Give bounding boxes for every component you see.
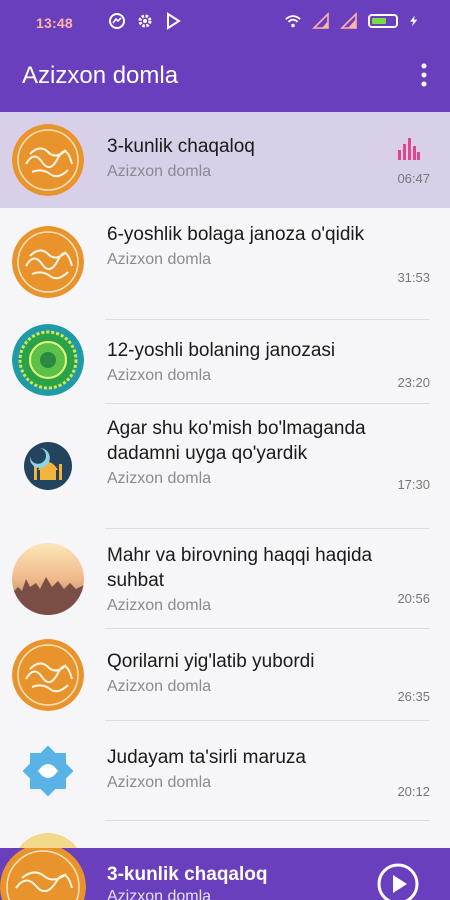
track-duration: 06:47 <box>397 171 430 186</box>
track-thumbnail <box>12 735 84 807</box>
sunset-city-icon <box>12 543 84 615</box>
track-item[interactable]: Mahr va birovning haqqi haqida suhbat Az… <box>0 529 450 629</box>
track-artist: Azizxon domla <box>107 163 212 180</box>
player-thumbnail <box>0 848 86 900</box>
track-item[interactable]: 6-yoshlik bolaga janoza o'qidik Azizxon … <box>0 208 450 320</box>
track-thumbnail <box>12 324 84 396</box>
track-artist: Azizxon domla <box>107 597 212 614</box>
track-item[interactable]: Agar shu ko'mish bo'lmaganda dadamni uyg… <box>0 404 450 529</box>
more-vert-icon[interactable] <box>418 60 430 90</box>
track-duration: 31:53 <box>397 270 430 285</box>
track-item[interactable]: Judayam ta'sirli maruza Azizxon domla 20… <box>0 721 450 821</box>
calligraphy-icon <box>12 639 84 711</box>
charging-icon <box>410 15 418 27</box>
track-duration: 20:56 <box>397 591 430 606</box>
track-thumbnail <box>12 639 84 711</box>
track-artist: Azizxon domla <box>107 774 212 791</box>
track-thumbnail <box>12 124 84 196</box>
track-list[interactable]: 3-kunlik chaqaloq Azizxon domla 06:47 6-… <box>0 112 450 848</box>
calligraphy-icon <box>18 833 78 848</box>
status-bar: 13:48 <box>0 0 450 46</box>
mini-player[interactable]: 3-kunlik chaqaloq Azizxon domla <box>0 848 450 900</box>
status-time: 13:48 <box>36 15 73 31</box>
track-duration: 23:20 <box>397 375 430 390</box>
track-artist: Azizxon domla <box>107 367 212 384</box>
track-thumbnail <box>12 430 84 502</box>
track-title: Mahr va birovning haqqi haqida suhbat <box>107 545 373 591</box>
track-title: Agar shu ko'mish bo'lmaganda dadamni uyg… <box>107 418 366 464</box>
track-title: 12-yoshli bolaning janozasi <box>107 340 336 361</box>
octagram-star-icon <box>12 735 84 807</box>
track-title: Qorilarni yig'latib yubordi <box>107 651 315 672</box>
track-title: Judayam ta'sirli maruza <box>107 747 306 768</box>
player-title: 3-kunlik chaqaloq <box>107 864 268 885</box>
calligraphy-icon <box>0 848 86 900</box>
calligraphy-icon <box>12 226 84 298</box>
calligraphy-icon <box>12 124 84 196</box>
track-duration: 17:30 <box>397 477 430 492</box>
messenger-icon <box>109 13 125 29</box>
track-title: 6-yoshlik bolaga janoza o'qidik <box>107 224 365 245</box>
player-artist: Azizxon domla <box>107 888 212 900</box>
gear-icon <box>138 14 152 28</box>
track-thumbnail <box>12 543 84 615</box>
signal-4g-icon <box>340 12 357 29</box>
app-title: Azizxon domla <box>22 62 179 89</box>
track-artist: Azizxon domla <box>107 251 212 268</box>
mosque-icon <box>12 430 84 502</box>
track-item[interactable]: 12-yoshli bolaning janozasi Azizxon doml… <box>0 320 450 404</box>
track-thumbnail <box>12 226 84 298</box>
signal-icon <box>312 12 329 29</box>
track-title: 3-kunlik chaqaloq <box>107 136 255 157</box>
track-artist: Azizxon domla <box>107 470 212 487</box>
track-artist: Azizxon domla <box>107 678 212 695</box>
status-notification-icons <box>108 12 182 30</box>
track-item[interactable]: 3-kunlik chaqaloq Azizxon domla 06:47 <box>0 112 450 208</box>
wifi-icon <box>285 15 301 28</box>
track-item[interactable] <box>0 821 450 848</box>
status-system-icons <box>284 12 420 30</box>
mandala-icon <box>12 324 84 396</box>
play-icon[interactable] <box>376 862 420 900</box>
battery-icon <box>368 14 398 28</box>
track-duration: 20:12 <box>397 784 430 799</box>
track-thumbnail <box>12 833 84 848</box>
track-item[interactable]: Qorilarni yig'latib yubordi Azizxon doml… <box>0 629 450 721</box>
equalizer-icon <box>398 138 420 160</box>
app-bar: 13:48 Azizxon domla <box>0 0 450 112</box>
track-duration: 26:35 <box>397 689 430 704</box>
play-store-icon <box>167 12 181 30</box>
